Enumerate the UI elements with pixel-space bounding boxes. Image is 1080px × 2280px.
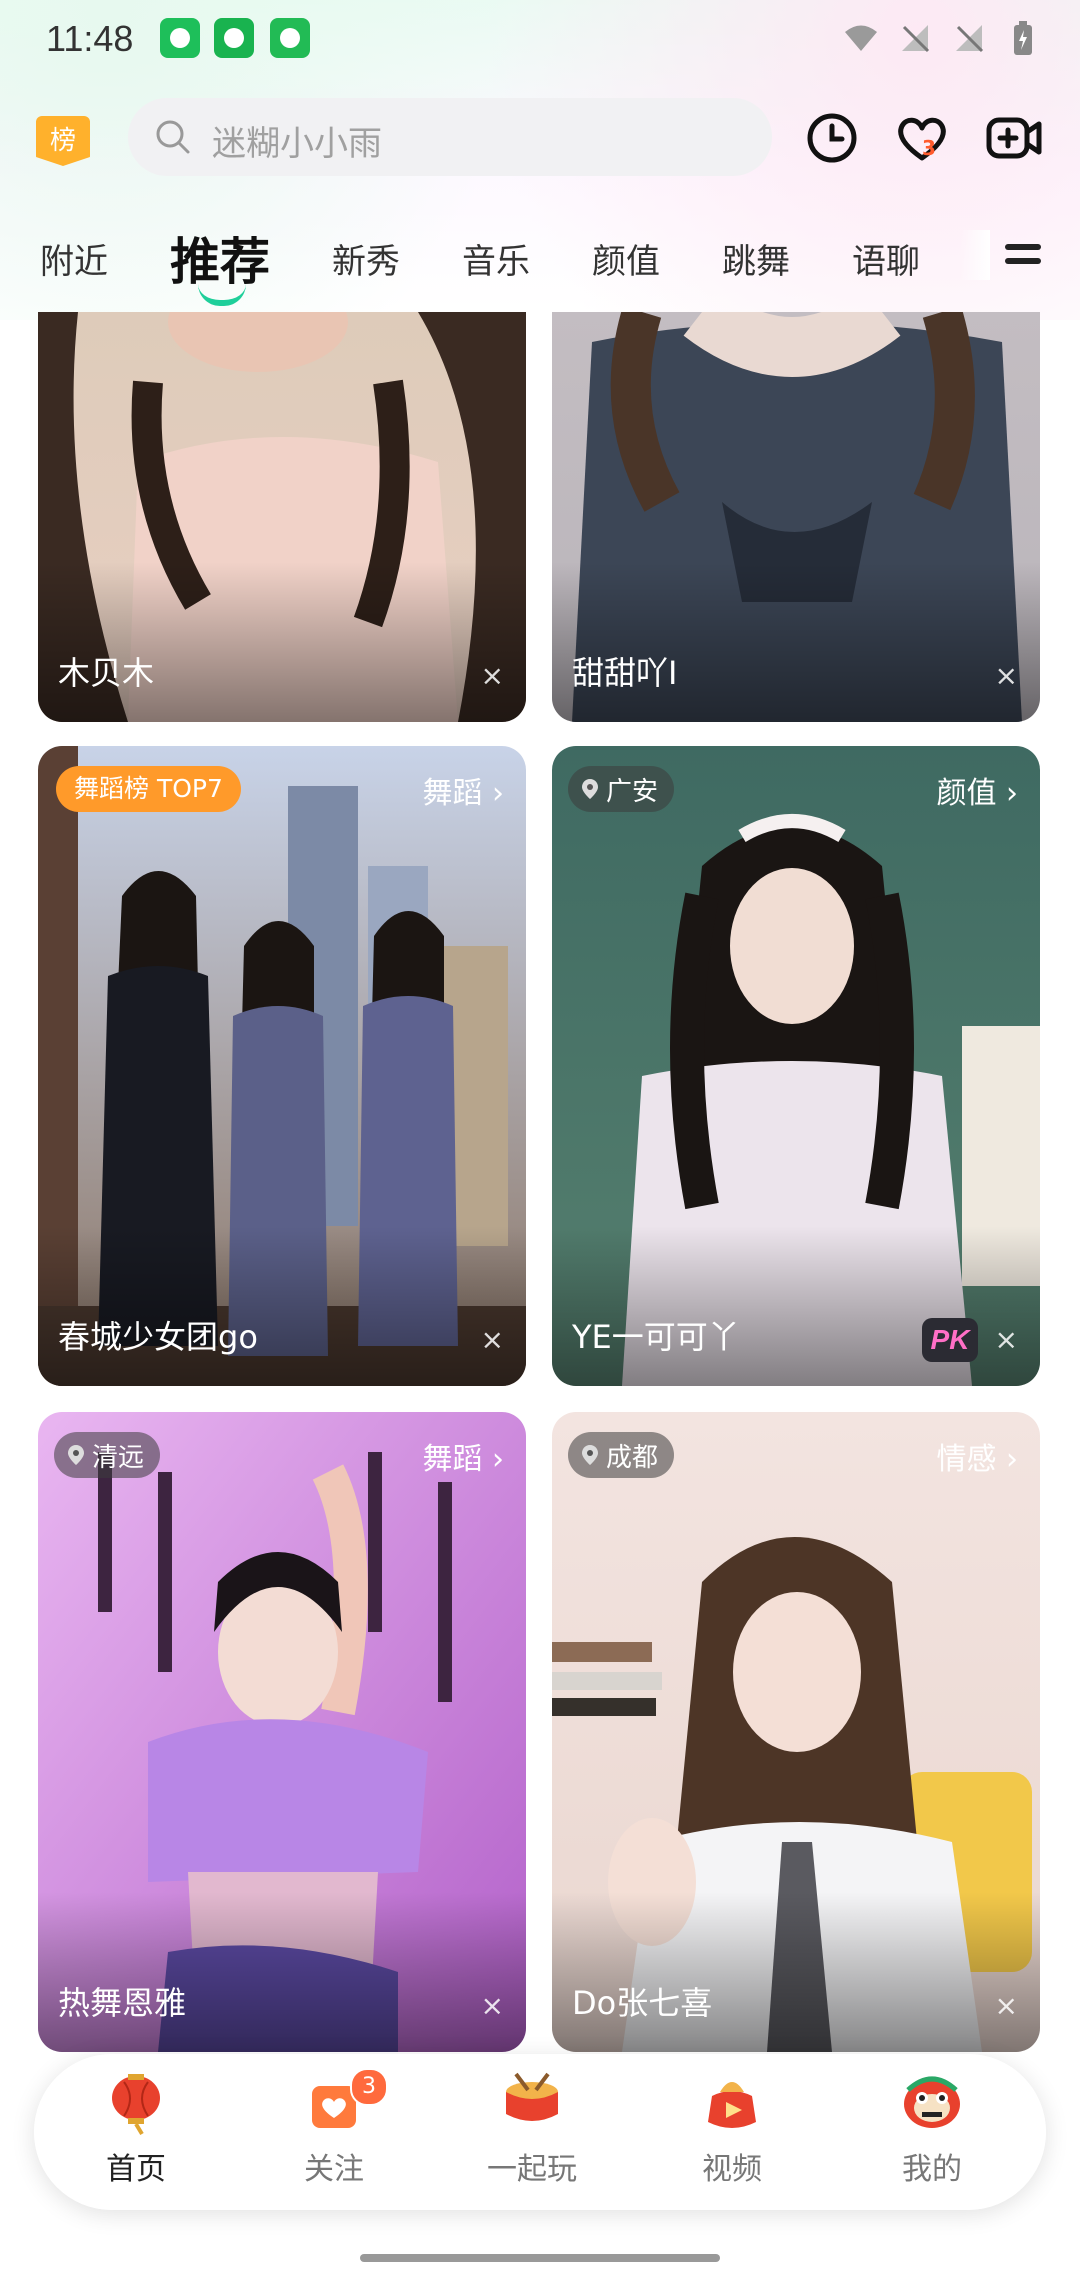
streamer-name: Do张七喜 [572,1984,713,2022]
live-card[interactable]: 成都 情感 › Do张七喜 × [552,1412,1040,2052]
live-card[interactable]: 甜甜吖I × [552,312,1040,722]
location-tag[interactable]: 成都 [568,1432,675,1478]
status-time: 11:48 [46,18,134,59]
no-signal-icon [902,25,930,53]
category-tabs: 附近 推荐 新秀 音乐 颜值 跳舞 语聊 [0,222,1080,306]
location-pin-icon [68,1445,84,1465]
live-camera-icon[interactable] [984,108,1044,168]
location-label: 广安 [606,776,659,807]
notification-app-icon [160,18,200,58]
category-link[interactable]: 舞蹈 › [422,768,504,812]
live-card[interactable]: 清远 舞蹈 › 热舞恩雅 × [38,1412,526,2052]
chevron-right-icon: › [492,776,504,811]
nav-label: 一起玩 [487,2152,577,2187]
category-link[interactable]: 情感 › [936,1434,1018,1478]
dismiss-icon[interactable]: × [481,1989,504,2022]
dismiss-icon[interactable]: × [481,659,504,692]
video-pouch-icon [708,2082,756,2128]
nav-me[interactable]: 我的 [852,2068,1012,2188]
card-shade [552,1226,1040,1386]
status-right [844,20,1040,56]
nav-follow[interactable]: 3 关注 [254,2068,414,2188]
live-card[interactable]: 广安 颜值 › YE一可可丫 PK × [552,746,1040,1386]
dismiss-icon[interactable]: × [995,1989,1018,2022]
nav-label: 首页 [106,2152,166,2187]
follow-badge: 3 [350,2068,388,2106]
home-indicator[interactable] [360,2254,720,2262]
drum-icon [506,2072,558,2121]
bottom-nav: 首页 3 关注 一起玩 视频 我的 [34,2054,1046,2210]
search-bar[interactable]: 迷糊小小雨 [128,98,772,176]
follow-count: 3 [922,136,936,160]
tabs-menu-icon[interactable] [1005,244,1041,274]
dismiss-icon[interactable]: × [995,1323,1018,1356]
card-shade [38,1892,526,2052]
tab-music[interactable]: 音乐 [462,234,530,283]
tab-newcomers[interactable]: 新秀 [332,234,400,283]
category-link[interactable]: 舞蹈 › [422,1434,504,1478]
location-pin-icon [582,779,598,799]
category-label: 舞蹈 [422,1442,483,1477]
streamer-name: 甜甜吖I [572,654,678,692]
live-feed-grid: 木贝木 × 甜甜吖I × 舞蹈榜 TOP7 舞蹈 › 春城少女团go × 广安 … [0,312,1080,2082]
ranking-tag[interactable]: 舞蹈榜 TOP7 [56,766,241,812]
category-label: 舞蹈 [422,776,483,811]
battery-icon [1014,21,1032,55]
tab-looks[interactable]: 颜值 [592,234,660,283]
live-card[interactable]: 木贝木 × [38,312,526,722]
screen: 11:48 榜 迷糊小小雨 3 附近 推荐 新秀 音乐 颜值 跳舞 语聊 木贝木… [0,0,1080,2280]
wifi-icon [845,25,877,51]
category-label: 颜值 [936,776,997,811]
no-signal-icon [956,25,984,53]
nav-play-together[interactable]: 一起玩 [452,2068,612,2188]
pk-badge: PK [922,1318,978,1362]
streamer-name: 木贝木 [58,654,155,692]
nav-home[interactable]: 首页 [56,2068,216,2188]
location-label: 成都 [606,1442,659,1473]
tabs-fade [960,230,990,280]
category-link[interactable]: 颜值 › [936,768,1018,812]
search-placeholder[interactable]: 迷糊小小雨 [212,116,382,165]
location-label: 清远 [92,1442,145,1473]
card-shade [552,562,1040,722]
search-icon [156,120,190,154]
nav-video[interactable]: 视频 [652,2068,812,2188]
card-shade [552,1892,1040,2052]
tab-voice-chat[interactable]: 语聊 [852,234,920,283]
ranking-badge[interactable]: 榜 [36,116,90,166]
notification-app-icon [214,18,254,58]
dismiss-icon[interactable]: × [481,1323,504,1356]
chevron-right-icon: › [492,1442,504,1477]
tab-dance[interactable]: 跳舞 [722,234,790,283]
nav-label: 我的 [902,2152,962,2187]
live-card[interactable]: 舞蹈榜 TOP7 舞蹈 › 春城少女团go × [38,746,526,1386]
streamer-name: 热舞恩雅 [58,1984,187,2022]
location-tag[interactable]: 广安 [568,766,675,812]
dismiss-icon[interactable]: × [995,659,1018,692]
category-label: 情感 [936,1442,997,1477]
card-shade [38,1226,526,1386]
tab-nearby[interactable]: 附近 [40,234,108,283]
nav-label: 视频 [702,2152,762,2187]
chevron-right-icon: › [1006,1442,1018,1477]
location-pin-icon [582,1445,598,1465]
status-bar: 11:48 [0,0,1080,80]
streamer-name: 春城少女团go [58,1318,258,1356]
clock-icon[interactable] [802,108,862,168]
notification-app-icon [270,18,310,58]
location-tag[interactable]: 清远 [54,1432,161,1478]
streamer-name: YE一可可丫 [572,1318,740,1356]
nav-label: 关注 [304,2152,364,2187]
lion-mask-icon [904,2076,960,2128]
lantern-icon [112,2074,160,2136]
card-shade [38,562,526,722]
chevron-right-icon: › [1006,776,1018,811]
